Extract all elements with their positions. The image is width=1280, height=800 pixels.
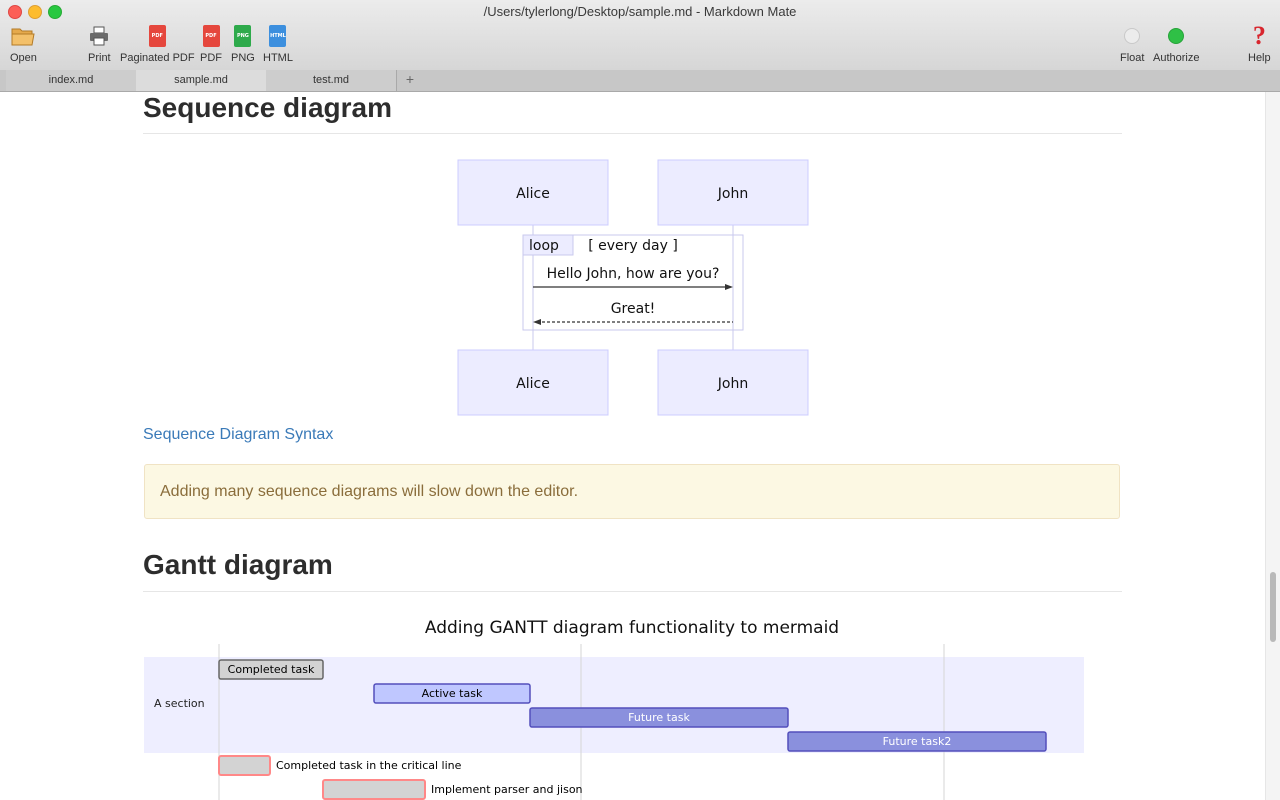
- window-toolbar: /Users/tylerlong/Desktop/sample.md - Mar…: [0, 0, 1280, 71]
- png-label: PNG: [231, 52, 255, 64]
- authorize-button[interactable]: Authorize: [1153, 24, 1199, 64]
- scrollbar-thumb[interactable]: [1270, 572, 1276, 642]
- loop-label: loop: [529, 238, 559, 254]
- help-label: Help: [1248, 52, 1271, 64]
- open-label: Open: [10, 52, 37, 64]
- sequence-diagram-heading: Sequence diagram: [143, 92, 392, 123]
- authorize-label: Authorize: [1153, 52, 1200, 64]
- question-mark-icon: ?: [1252, 21, 1266, 50]
- actor-john-bottom-label: John: [717, 376, 748, 392]
- tab-sample-md[interactable]: sample.md: [136, 70, 267, 91]
- open-button[interactable]: Open: [10, 24, 37, 64]
- loop-condition: [ every day ]: [588, 238, 678, 254]
- pdf-button[interactable]: PDF PDF: [200, 24, 222, 64]
- pdf-file-icon: PDF: [148, 25, 166, 47]
- print-label: Print: [88, 52, 111, 64]
- add-tab-button[interactable]: +: [398, 70, 422, 91]
- sequence-diagram: Alice John loop [ every day ] Hello John…: [457, 159, 809, 416]
- task-active-label: Active task: [422, 687, 483, 700]
- task-parser-bar: [322, 779, 426, 800]
- arrowhead-icon: [725, 284, 733, 290]
- paginated-pdf-button[interactable]: PDF Paginated PDF: [120, 24, 195, 64]
- sequence-syntax-link[interactable]: Sequence Diagram Syntax: [143, 426, 333, 444]
- folder-icon: [10, 24, 36, 48]
- html-file-icon: HTML: [269, 25, 287, 47]
- heading-divider: [143, 591, 1122, 592]
- html-button[interactable]: HTML HTML: [263, 24, 293, 64]
- png-button[interactable]: PNG PNG: [231, 24, 255, 64]
- task-future2-label: Future task2: [883, 735, 952, 748]
- vertical-scrollbar[interactable]: [1265, 92, 1280, 800]
- float-toggle-icon: [1124, 24, 1141, 48]
- heading-divider: [143, 133, 1122, 134]
- actor-john-top-label: John: [717, 186, 748, 202]
- gantt-diagram: Adding GANTT diagram functionality to me…: [144, 618, 1084, 800]
- window-title: /Users/tylerlong/Desktop/sample.md - Mar…: [483, 4, 797, 19]
- task-critical-bar: [218, 755, 271, 776]
- tab-bar: index.md sample.md test.md +: [0, 70, 1280, 92]
- document-preview: Sequence diagram Alice John loop [ every…: [0, 92, 1266, 800]
- gantt-diagram-heading: Gantt diagram: [143, 549, 333, 580]
- section-label: A section: [154, 697, 205, 710]
- gantt-title: Adding GANTT diagram functionality to me…: [425, 618, 839, 638]
- print-button[interactable]: Print: [88, 24, 111, 64]
- tab-test-md[interactable]: test.md: [266, 70, 397, 91]
- message-1-label: Hello John, how are you?: [547, 266, 720, 282]
- message-2-label: Great!: [611, 301, 656, 317]
- warning-box: Adding many sequence diagrams will slow …: [144, 464, 1120, 519]
- warning-text: Adding many sequence diagrams will slow …: [160, 483, 579, 500]
- pdf-file-icon: PDF: [202, 25, 220, 47]
- actor-alice-top-label: Alice: [516, 186, 550, 202]
- task-completed-label: Completed task: [228, 663, 315, 676]
- html-label: HTML: [263, 52, 293, 64]
- task-critical-label: Completed task in the critical line: [276, 759, 462, 772]
- float-label: Float: [1120, 52, 1145, 64]
- task-parser-label: Implement parser and jison: [431, 783, 583, 796]
- printer-icon: [88, 24, 110, 48]
- pdf-label: PDF: [200, 52, 222, 64]
- tab-index-md[interactable]: index.md: [6, 70, 137, 91]
- help-button[interactable]: ? Help: [1248, 21, 1271, 64]
- arrowhead-icon: [533, 319, 541, 325]
- authorize-status-icon: [1168, 24, 1185, 48]
- actor-alice-bottom-label: Alice: [516, 376, 550, 392]
- task-future-label: Future task: [628, 711, 690, 724]
- float-button[interactable]: Float: [1120, 24, 1144, 64]
- paginated-pdf-label: Paginated PDF: [120, 52, 195, 64]
- png-file-icon: PNG: [234, 25, 252, 47]
